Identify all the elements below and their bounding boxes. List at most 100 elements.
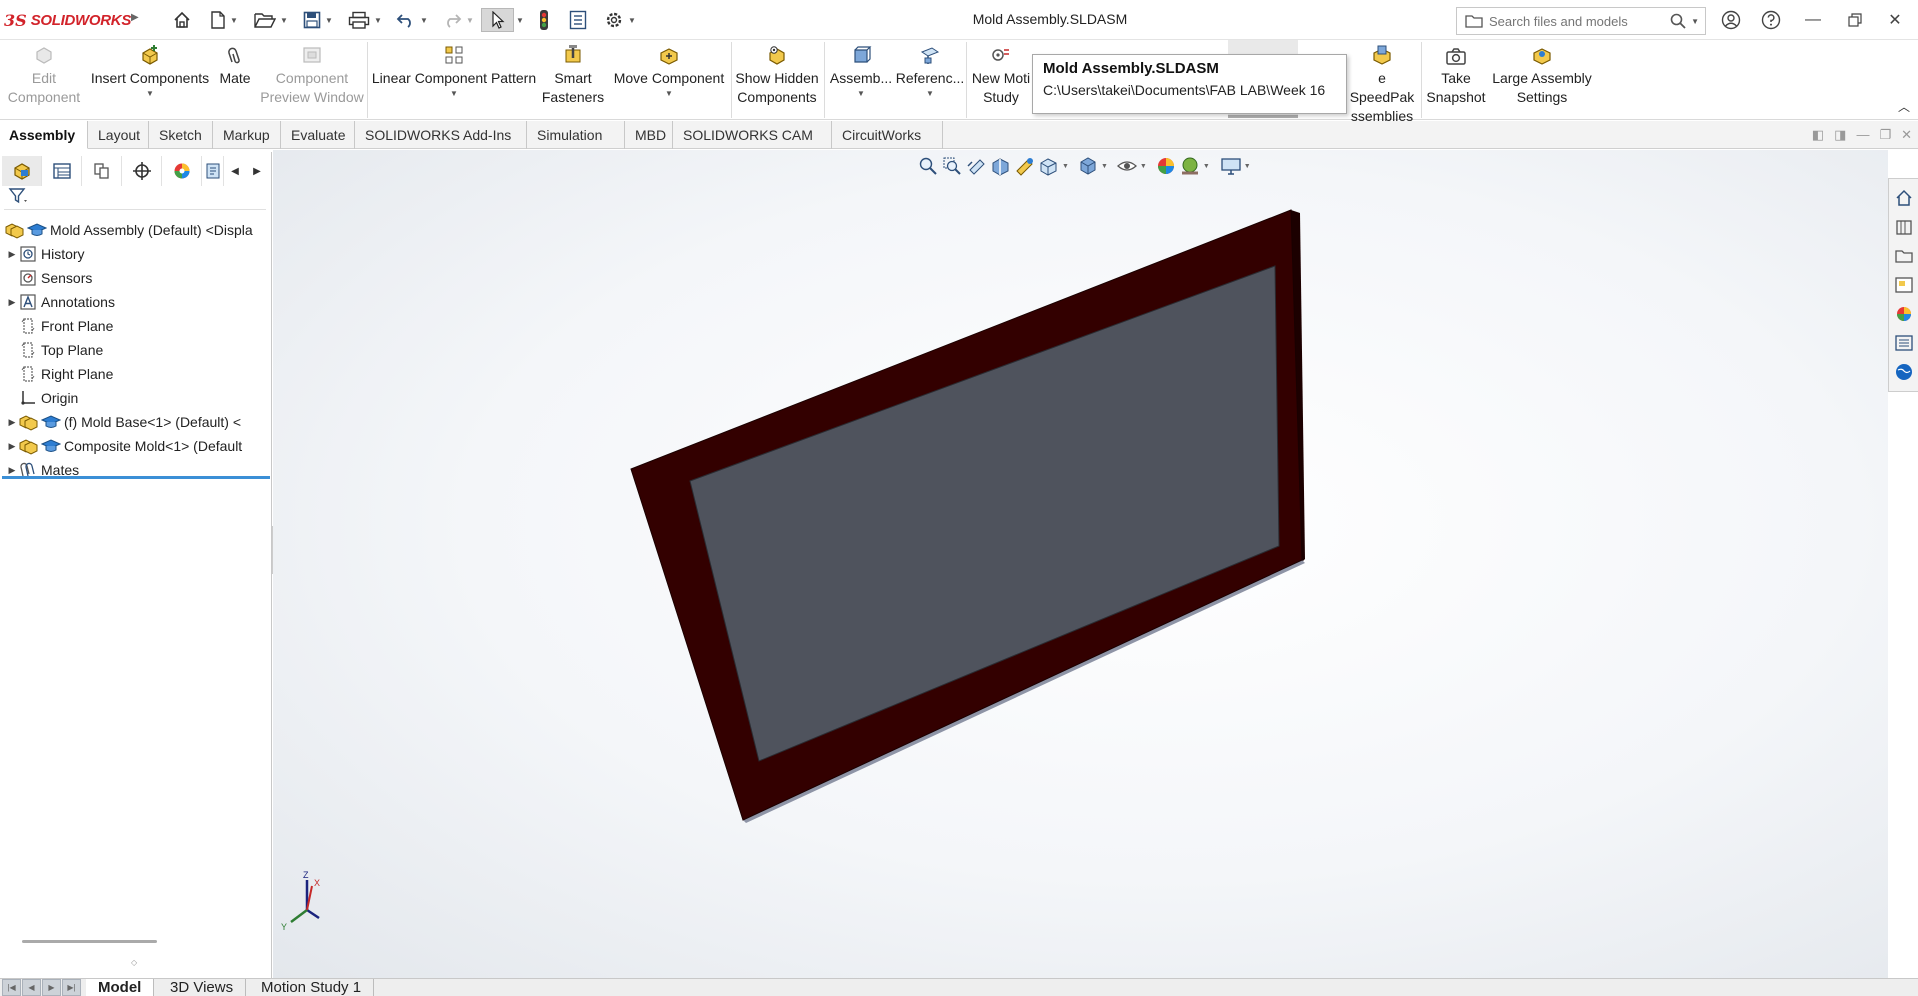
tree-root-assembly[interactable]: Mold Assembly (Default) <Displa [0, 218, 272, 242]
speedpak-button[interactable]: e SpeedPak ssemblies [1346, 44, 1418, 124]
tree-filter[interactable] [4, 182, 266, 210]
tree-item-right-plane[interactable]: Right Plane [0, 362, 272, 386]
tab-markup[interactable]: Markup [214, 121, 281, 149]
undo-button[interactable]: ▼ [392, 8, 432, 32]
insert-components-dropdown-icon[interactable]: ▼ [146, 90, 154, 98]
solidworks-forum-tab[interactable] [1893, 361, 1915, 383]
apply-scene-button[interactable]: ▼ [1179, 154, 1210, 178]
previous-tab-icon[interactable]: ◀ [22, 979, 41, 996]
restore-button[interactable] [1840, 6, 1870, 34]
tree-item-top-plane[interactable]: Top Plane [0, 338, 272, 362]
rebuild-button[interactable] [534, 8, 554, 32]
section-view-button[interactable] [990, 154, 1012, 178]
search-input[interactable] [1489, 13, 1670, 29]
tree-item-sensors[interactable]: Sensors [0, 266, 272, 290]
reference-geometry-dropdown-icon[interactable]: ▼ [926, 90, 934, 98]
show-hidden-components-button[interactable]: Show Hidden Components [732, 44, 822, 116]
design-library-tab[interactable] [1893, 216, 1915, 238]
expand-arrow-icon[interactable]: ▶ [6, 465, 18, 476]
file-explorer-tab[interactable] [1893, 245, 1915, 267]
tile-left-icon[interactable]: ◧ [1812, 127, 1824, 143]
expand-arrow-icon[interactable]: ▶ [6, 441, 18, 452]
tab-assembly[interactable]: Assembly [0, 121, 88, 149]
tile-right-icon[interactable]: ◨ [1834, 127, 1846, 143]
minimize-button[interactable]: — [1798, 6, 1828, 34]
select-dropdown[interactable]: ▼ [514, 8, 526, 32]
open-button[interactable]: ▼ [250, 8, 292, 32]
options-button[interactable]: ▼ [600, 8, 640, 32]
mold-model-view[interactable] [273, 150, 1888, 978]
dynamic-annotation-button[interactable] [1014, 154, 1036, 178]
custom-properties-tab[interactable] [1893, 332, 1915, 354]
tab-3d-views[interactable]: 3D Views [158, 979, 247, 996]
edit-appearance-button[interactable] [1155, 154, 1177, 178]
last-tab-icon[interactable]: ▶| [62, 979, 81, 996]
assembly-features-dropdown-icon[interactable]: ▼ [857, 90, 865, 98]
tab-layout[interactable]: Layout [89, 121, 149, 149]
tab-model[interactable]: Model [86, 979, 155, 996]
home-button[interactable] [170, 8, 194, 32]
solidworks-logo[interactable]: 3S SOLIDWORKS [4, 9, 131, 31]
tab-solidworks-add-ins[interactable]: SOLIDWORKS Add-Ins [356, 121, 527, 149]
display-style-button[interactable]: ▼ [1077, 154, 1108, 178]
search-icon[interactable] [1669, 12, 1687, 30]
account-button[interactable] [1716, 6, 1746, 34]
select-button[interactable] [481, 8, 514, 32]
linear-component-pattern-button[interactable]: Linear Component Pattern ▼ [369, 44, 539, 116]
print-button[interactable]: ▼ [344, 8, 386, 32]
solidworks-resources-tab[interactable] [1893, 187, 1915, 209]
view-settings-button[interactable]: ▼ [1220, 154, 1251, 178]
next-tab-icon[interactable]: ▶ [42, 979, 61, 996]
reference-geometry-button[interactable]: Referenc... ▼ [896, 44, 964, 116]
move-component-button[interactable]: Move Component ▼ [608, 44, 730, 116]
assembly-features-button[interactable]: Assemb... ▼ [826, 44, 896, 116]
new-motion-study-button[interactable]: New Moti Study [968, 44, 1034, 116]
doc-restore-icon[interactable]: ❐ [1879, 127, 1891, 143]
tab-mbd[interactable]: MBD [626, 121, 673, 149]
insert-components-button[interactable]: Insert Components ▼ [86, 44, 214, 116]
doc-minimize-icon[interactable]: — [1856, 127, 1869, 143]
close-button[interactable]: ✕ [1880, 6, 1910, 34]
tab-motion-study-1[interactable]: Motion Study 1 [249, 979, 375, 996]
view-palette-tab[interactable] [1893, 274, 1915, 296]
graphics-area[interactable]: ▼ ▼ ▼ ▼ ▼ Z X Y [273, 150, 1888, 978]
tab-sketch[interactable]: Sketch [150, 121, 213, 149]
tree-item-front-plane[interactable]: Front Plane [0, 314, 272, 338]
collapse-ribbon-icon[interactable]: ︿ [1898, 98, 1910, 115]
panel-resize-handle-icon[interactable]: ◇ [131, 958, 137, 967]
doc-close-icon[interactable]: ✕ [1901, 127, 1912, 143]
tree-item-origin[interactable]: Origin [0, 386, 272, 410]
save-button[interactable]: ▼ [298, 8, 338, 32]
mate-button[interactable]: Mate [214, 44, 256, 116]
tab-simulation[interactable]: Simulation [528, 121, 625, 149]
tree-item-history[interactable]: ▶ History [0, 242, 272, 266]
previous-view-button[interactable] [966, 154, 988, 178]
search-dropdown-icon[interactable]: ▼ [1691, 17, 1699, 26]
file-properties-button[interactable] [566, 8, 590, 32]
tree-item-mold-base[interactable]: ▶ (f) Mold Base<1> (Default) < [0, 410, 272, 434]
move-component-dropdown-icon[interactable]: ▼ [665, 90, 673, 98]
tab-circuitworks[interactable]: CircuitWorks [833, 121, 943, 149]
component-preview-window-button[interactable]: Component Preview Window [256, 44, 368, 116]
view-orientation-button[interactable]: ▼ [1038, 154, 1069, 178]
rollback-bar[interactable] [2, 476, 270, 479]
expand-arrow-icon[interactable]: ▶ [6, 249, 18, 260]
zoom-to-area-button[interactable] [942, 154, 964, 178]
expand-arrow-icon[interactable]: ▶ [6, 417, 18, 428]
search-box[interactable]: ▼ [1456, 7, 1706, 35]
take-snapshot-button[interactable]: Take Snapshot [1422, 44, 1490, 116]
tree-item-annotations[interactable]: ▶ Annotations [0, 290, 272, 314]
smart-fasteners-button[interactable]: Smart Fasteners [540, 44, 606, 116]
new-document-button[interactable]: ▼ [204, 8, 244, 32]
tab-evaluate[interactable]: Evaluate [282, 121, 355, 149]
hide-show-items-button[interactable]: ▼ [1116, 154, 1147, 178]
help-button[interactable] [1756, 6, 1786, 34]
expand-arrow-icon[interactable]: ▶ [6, 297, 18, 308]
zoom-to-fit-button[interactable] [918, 154, 940, 178]
edit-component-button[interactable]: Edit Component [2, 44, 86, 116]
tab-solidworks-cam[interactable]: SOLIDWORKS CAM [674, 121, 832, 149]
appearances-tab[interactable] [1893, 303, 1915, 325]
first-tab-icon[interactable]: |◀ [2, 979, 21, 996]
tree-item-composite-mold[interactable]: ▶ Composite Mold<1> (Default [0, 434, 272, 458]
horizontal-scrollbar[interactable] [22, 940, 157, 943]
